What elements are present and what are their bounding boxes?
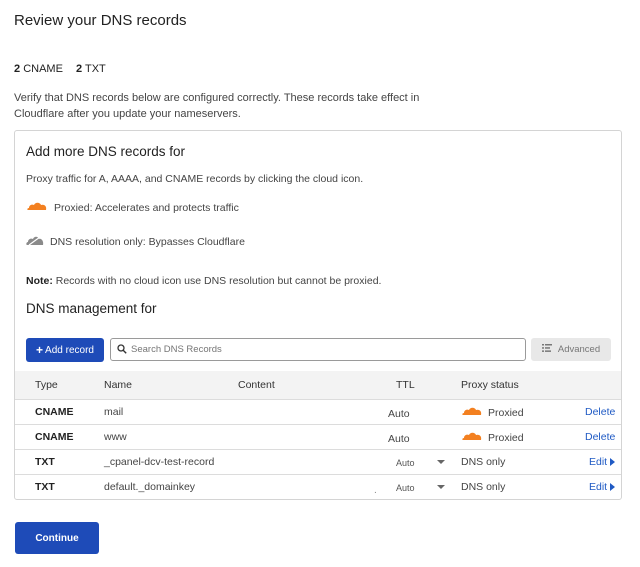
- dns-management-title: DNS management for: [26, 301, 157, 316]
- proxy-status-text: Proxied: [488, 406, 524, 419]
- record-name: _cpanel-dcv-test-record: [104, 456, 215, 468]
- proxy-hint: Proxy traffic for A, AAAA, and CNAME rec…: [26, 173, 364, 185]
- table-row: TXT _cpanel-dcv-test-record Auto DNS onl…: [15, 449, 621, 474]
- edit-label: Edit: [589, 456, 608, 468]
- edit-link[interactable]: Edit: [589, 456, 616, 468]
- add-record-label: Add record: [45, 344, 94, 356]
- record-name: default._domainkey: [104, 481, 196, 493]
- header-type: Type: [35, 379, 58, 391]
- gray-cloud-icon: [26, 234, 44, 249]
- table-header: Type Name Content TTL Proxy status: [15, 371, 621, 399]
- orange-cloud-icon[interactable]: [461, 431, 483, 444]
- delete-link[interactable]: Delete: [585, 431, 615, 443]
- proxy-status-text: DNS only: [461, 481, 506, 493]
- plus-icon: +: [36, 343, 44, 357]
- record-content: .: [374, 485, 377, 496]
- record-name: www: [104, 431, 127, 443]
- edit-link[interactable]: Edit: [589, 481, 616, 493]
- caret-right-icon: [610, 458, 616, 466]
- record-ttl: Auto: [388, 433, 410, 445]
- record-type: CNAME: [35, 431, 74, 443]
- legend-dns-only-text: DNS resolution only: Bypasses Cloudflare: [50, 235, 245, 248]
- record-type: TXT: [35, 481, 55, 493]
- note-label: Note:: [26, 275, 53, 287]
- legend-dns-only: DNS resolution only: Bypasses Cloudflare: [26, 234, 245, 249]
- legend-proxied: Proxied: Accelerates and protects traffi…: [26, 201, 239, 214]
- advanced-label: Advanced: [557, 344, 601, 355]
- advanced-button[interactable]: Advanced: [531, 338, 611, 361]
- table-row: TXT default._domainkey . Auto DNS only E…: [15, 474, 621, 499]
- record-name: mail: [104, 406, 124, 418]
- note-text: Records with no cloud icon use DNS resol…: [52, 275, 382, 287]
- header-name: Name: [104, 379, 133, 391]
- intro-text: Verify that DNS records below are config…: [14, 92, 420, 120]
- proxy-status-text: DNS only: [461, 456, 506, 468]
- record-type: TXT: [35, 456, 55, 468]
- search-box[interactable]: [110, 338, 526, 361]
- caret-right-icon: [610, 483, 616, 491]
- record-type: CNAME: [35, 406, 74, 418]
- add-record-button[interactable]: + Add record: [26, 338, 104, 362]
- dns-panel: Add more DNS records for Proxy traffic f…: [14, 130, 622, 500]
- table-row: CNAME mail Auto Proxied Delete: [15, 399, 621, 424]
- proxy-status-text: Proxied: [488, 431, 524, 444]
- cname-count-label: CNAME: [23, 63, 63, 75]
- chevron-down-icon[interactable]: [437, 460, 445, 464]
- txt-count: 2: [75, 63, 83, 75]
- orange-cloud-icon[interactable]: [461, 406, 483, 419]
- header-proxy-status: Proxy status: [461, 379, 519, 391]
- ttl-select[interactable]: Auto: [396, 458, 415, 468]
- edit-label: Edit: [589, 481, 608, 493]
- record-counts: 2 CNAME 2 TXT: [14, 63, 106, 75]
- search-input[interactable]: [131, 344, 511, 355]
- proxy-status: Proxied: [461, 406, 524, 419]
- continue-button[interactable]: Continue: [15, 522, 99, 554]
- page-title: Review your DNS records: [14, 12, 187, 29]
- proxy-status: Proxied: [461, 431, 524, 444]
- table-row: CNAME www Auto Proxied Delete: [15, 424, 621, 449]
- header-ttl: TTL: [396, 379, 415, 391]
- txt-count-label: TXT: [84, 63, 106, 75]
- add-more-title: Add more DNS records for: [26, 144, 186, 159]
- ttl-select[interactable]: Auto: [396, 483, 415, 493]
- chevron-down-icon[interactable]: [437, 485, 445, 489]
- filter-lines-icon: [541, 344, 552, 355]
- record-ttl: Auto: [388, 408, 410, 420]
- header-content: Content: [238, 379, 275, 391]
- cname-count: 2: [14, 63, 21, 75]
- delete-link[interactable]: Delete: [585, 406, 615, 418]
- legend-proxied-text: Proxied: Accelerates and protects traffi…: [54, 201, 239, 214]
- search-icon: [117, 341, 127, 359]
- orange-cloud-icon: [26, 201, 48, 214]
- note: Note: Records with no cloud icon use DNS…: [26, 275, 381, 287]
